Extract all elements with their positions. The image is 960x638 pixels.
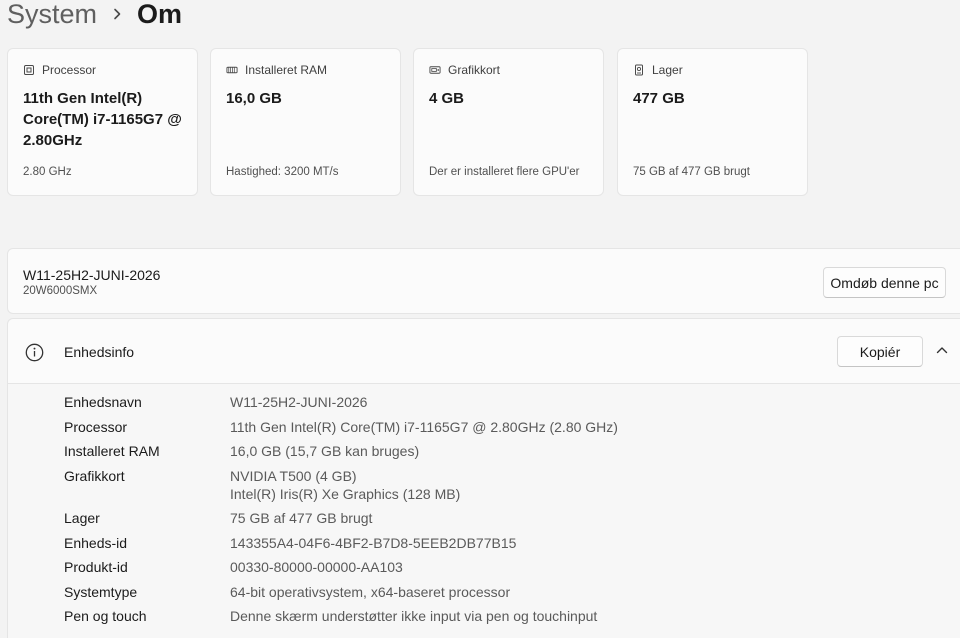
info-value-line: Intel(R) Iris(R) Xe Graphics (128 MB) xyxy=(230,485,461,502)
device-info-title: Enhedsinfo xyxy=(64,344,135,360)
info-key: Pen og touch xyxy=(64,608,147,624)
info-key: Produkt-id xyxy=(64,559,128,575)
info-value: 75 GB af 477 GB brugt xyxy=(230,510,373,526)
spec-card-header: Grafikkort xyxy=(429,63,500,77)
device-name: W11-25H2-JUNI-2026 xyxy=(23,267,161,283)
device-info-list: Enhedsnavn W11-25H2-JUNI-2026 Processor … xyxy=(64,393,618,625)
copy-button[interactable]: Kopiér xyxy=(837,336,923,367)
info-row-storage: Lager 75 GB af 477 GB brugt xyxy=(64,509,618,527)
spec-card-storage: Lager 477 GB 75 GB af 477 GB brugt xyxy=(617,48,808,196)
spec-card-gpu: Grafikkort 4 GB Der er installeret flere… xyxy=(413,48,604,196)
spec-card-label: Grafikkort xyxy=(448,63,501,77)
info-key: Systemtype xyxy=(64,583,138,600)
info-key: Enhedsnavn xyxy=(64,394,142,410)
info-row-system-type: Systemtype 64-bit operativsystem, x64-ba… xyxy=(64,583,618,601)
info-value: W11-25H2-JUNI-2026 xyxy=(230,394,368,410)
info-row-pen-touch: Pen og touch Denne skærm understøtter ik… xyxy=(64,607,618,625)
info-value-line: NVIDIA T500 (4 GB) xyxy=(230,467,357,484)
breadcrumb-system-link[interactable]: System xyxy=(7,0,97,30)
spec-card-label: Processor xyxy=(42,63,97,77)
spec-card-header: Lager xyxy=(633,63,683,77)
storage-icon xyxy=(633,64,645,76)
spec-card-subtext: 2.80 GHz xyxy=(23,166,72,178)
device-model: 20W6000SMX xyxy=(23,285,98,297)
gpu-icon xyxy=(429,64,441,76)
info-key: Enheds-id xyxy=(64,534,128,551)
cpu-icon xyxy=(23,64,35,76)
ram-icon xyxy=(226,64,238,76)
info-value: Denne skærm understøtter ikke input via … xyxy=(230,608,598,624)
info-value: NVIDIA T500 (4 GB) Intel(R) Iris(R) Xe G… xyxy=(230,467,460,503)
chevron-up-icon[interactable] xyxy=(935,343,949,357)
spec-card-value: 477 GB xyxy=(633,90,685,107)
info-key: Installeret RAM xyxy=(64,443,160,459)
info-value: 00330-80000-00000-AA103 xyxy=(230,559,403,575)
info-key: Grafikkort xyxy=(64,467,125,484)
spec-card-header: Installeret RAM xyxy=(226,63,327,77)
rename-pc-button[interactable]: Omdøb denne pc xyxy=(823,267,946,298)
info-row-ram: Installeret RAM 16,0 GB (15,7 GB kan bru… xyxy=(64,442,618,460)
spec-card-label: Lager xyxy=(652,63,683,77)
breadcrumb: System Om xyxy=(7,0,182,34)
device-info-panel: Enhedsinfo Kopiér Enhedsnavn W11-25H2-JU… xyxy=(7,318,960,638)
info-row-device-id: Enheds-id 143355A4-04F6-4BF2-B7D8-5EEB2D… xyxy=(64,534,618,552)
info-key: Lager xyxy=(64,510,100,526)
spec-card-subtext: Der er installeret flere GPU'er xyxy=(429,166,580,178)
info-row-processor: Processor 11th Gen Intel(R) Core(TM) i7-… xyxy=(64,418,618,436)
settings-about-page: System Om Processor 11th Gen Intel(R) Co… xyxy=(0,0,960,638)
info-key: Processor xyxy=(64,418,128,435)
spec-card-value: 11th Gen Intel(R) Core(TM) i7-1165G7 @ 2… xyxy=(23,90,182,149)
info-value: 64-bit operativsystem, x64-baseret proce… xyxy=(230,583,511,600)
device-info-header[interactable]: Enhedsinfo Kopiér xyxy=(8,319,960,384)
spec-card-label: Installeret RAM xyxy=(245,63,328,77)
info-value: 11th Gen Intel(R) Core(TM) i7-1165G7 @ 2… xyxy=(230,418,618,435)
spec-card-value: 4 GB xyxy=(429,90,465,107)
info-row-gpu: Grafikkort NVIDIA T500 (4 GB) Intel(R) I… xyxy=(64,467,618,503)
device-name-panel: W11-25H2-JUNI-2026 20W6000SMX Omdøb denn… xyxy=(7,248,960,314)
chevron-right-icon xyxy=(97,0,137,34)
info-value: 16,0 GB (15,7 GB kan bruges) xyxy=(230,443,420,459)
spec-card-subtext: 75 GB af 477 GB brugt xyxy=(633,166,750,178)
info-value: 143355A4-04F6-4BF2-B7D8-5EEB2DB77B15 xyxy=(230,534,517,551)
page-title: Om xyxy=(137,0,183,29)
spec-card-subtext: Hastighed: 3200 MT/s xyxy=(226,166,339,178)
spec-card-ram: Installeret RAM 16,0 GB Hastighed: 3200 … xyxy=(210,48,401,196)
info-row-device-name: Enhedsnavn W11-25H2-JUNI-2026 xyxy=(64,393,618,411)
info-icon xyxy=(25,343,44,362)
spec-card-value: 16,0 GB xyxy=(226,90,282,107)
info-row-product-id: Produkt-id 00330-80000-00000-AA103 xyxy=(64,558,618,576)
spec-card-processor: Processor 11th Gen Intel(R) Core(TM) i7-… xyxy=(7,48,198,196)
spec-card-header: Processor xyxy=(23,63,96,77)
